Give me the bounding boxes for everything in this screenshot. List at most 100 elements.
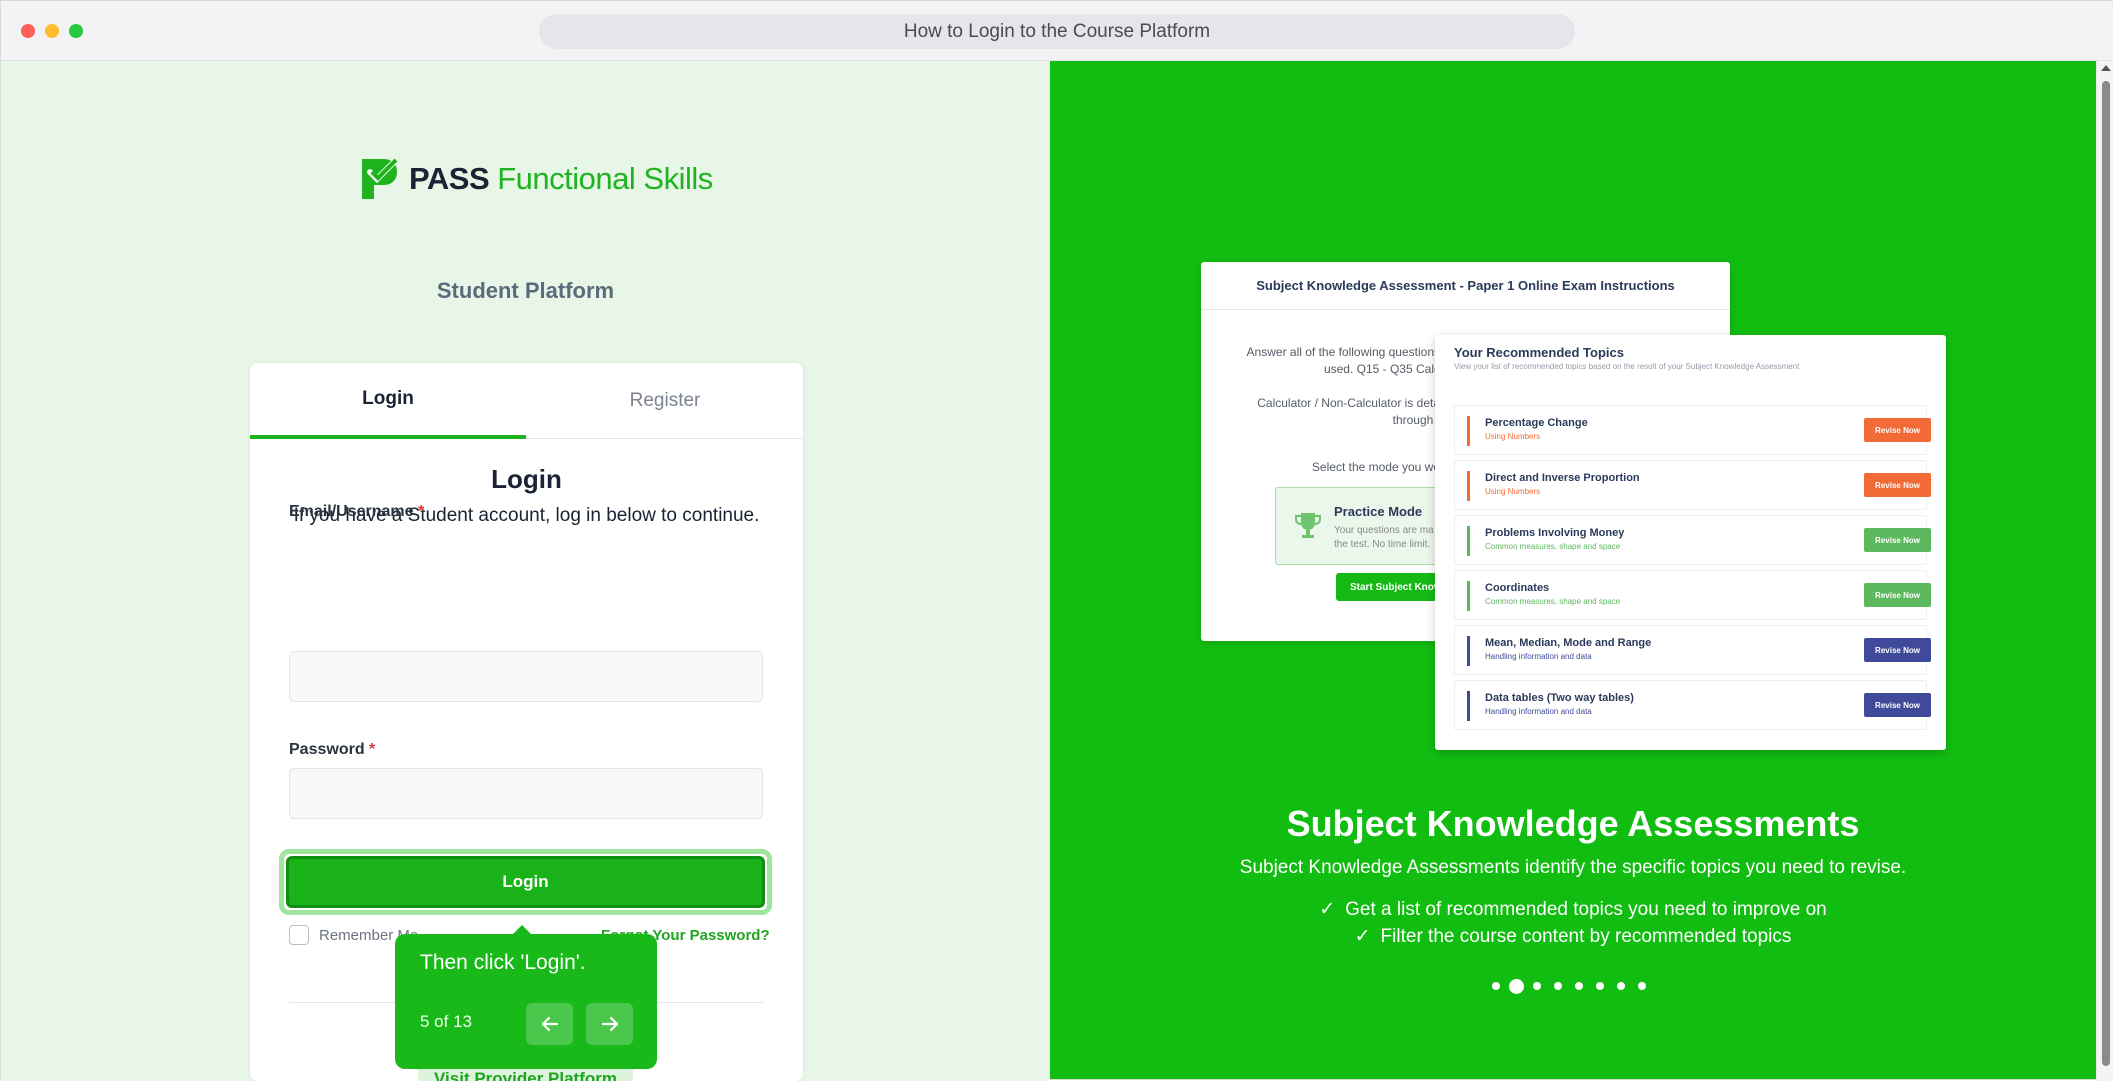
arrow-left-icon	[541, 1016, 558, 1032]
revise-now-button: Revise Now	[1864, 418, 1931, 442]
feature-bullet-text: Get a list of recommended topics you nee…	[1345, 899, 1827, 920]
topic-row: Mean, Median, Mode and Range Handling inf…	[1454, 625, 1931, 675]
password-label-text: Password	[289, 741, 365, 758]
feature-bullet: ✓ Filter the course content by recommende…	[1050, 925, 2096, 948]
password-label: Password *	[289, 741, 375, 759]
trophy-icon	[1295, 513, 1321, 538]
topic-color-bar	[1467, 526, 1470, 556]
topic-color-bar	[1467, 416, 1470, 446]
carousel-dot[interactable]	[1575, 982, 1583, 990]
carousel-dot[interactable]	[1533, 982, 1541, 990]
topic-category: Common measures, shape and space	[1485, 597, 1621, 606]
tooltip-next-button[interactable]	[586, 1003, 633, 1045]
recommended-topics-title: Your Recommended Topics	[1454, 345, 1624, 360]
showcase-subtitle: Subject Knowledge Assessments identify t…	[1239, 857, 1907, 878]
arrow-right-icon	[601, 1016, 618, 1032]
topic-row: Percentage Change Using Numbers Revise Now	[1454, 405, 1931, 455]
carousel-dot[interactable]	[1638, 982, 1646, 990]
feature-showcase-panel: Subject Knowledge Assessment - Paper 1 O…	[1050, 61, 2096, 1079]
topic-category: Using Numbers	[1485, 432, 1541, 441]
recommended-topics-screenshot: Your Recommended Topics View your list o…	[1435, 335, 1946, 750]
recommended-topics-subtitle: View your list of recommended topics bas…	[1454, 362, 1800, 371]
required-asterisk: *	[417, 503, 425, 520]
practice-desc-line: the test. No time limit.	[1334, 539, 1431, 550]
carousel-dot[interactable]	[1492, 982, 1500, 990]
checkmark-logo-icon	[362, 157, 401, 199]
tooltip-arrow	[512, 925, 532, 935]
topic-color-bar	[1467, 581, 1470, 611]
carousel-dot[interactable]	[1596, 982, 1604, 990]
minimize-window-button[interactable]	[45, 24, 59, 38]
guide-tooltip: Then click 'Login'. 5 of 13	[395, 925, 657, 1069]
revise-now-button: Revise Now	[1864, 583, 1931, 607]
tooltip-prev-button[interactable]	[526, 1003, 573, 1045]
revise-now-button: Revise Now	[1864, 473, 1931, 497]
email-label: Email/Username *	[289, 503, 424, 521]
tooltip-step-count: 5 of 13	[420, 1012, 472, 1031]
topic-category: Handling information and data	[1485, 707, 1592, 716]
practice-desc-line: Your questions are ma	[1334, 525, 1434, 536]
start-assessment-button: Start Subject Know	[1336, 573, 1446, 601]
practice-mode-description: Your questions are ma the test. No time …	[1334, 524, 1434, 552]
topic-name: Mean, Median, Mode and Range	[1485, 637, 1652, 649]
zoom-window-button[interactable]	[69, 24, 83, 38]
tooltip-text: Then click 'Login'.	[420, 951, 586, 974]
address-bar[interactable]: How to Login to the Course Platform	[539, 14, 1575, 49]
feature-bullet: ✓ Get a list of recommended topics you ne…	[1050, 898, 2096, 921]
login-panel: PASS Functional Skills Student Platform …	[1, 61, 1050, 1081]
topic-category: Using Numbers	[1485, 487, 1541, 496]
password-field[interactable]	[289, 768, 763, 819]
tab-login[interactable]: Login	[250, 363, 526, 439]
topic-row: Data tables (Two way tables) Handling inf…	[1454, 680, 1931, 730]
revise-now-button: Revise Now	[1864, 638, 1931, 662]
scrollbar-thumb[interactable]	[2102, 81, 2110, 1066]
instructions-header: Subject Knowledge Assessment - Paper 1 O…	[1201, 262, 1730, 310]
topic-name: Percentage Change	[1485, 417, 1588, 429]
carousel-dot[interactable]	[1509, 978, 1524, 994]
topic-row: Coordinates Common measures, shape and sp…	[1454, 570, 1931, 620]
topic-name: Problems Involving Money	[1485, 527, 1625, 539]
form-title: Login	[491, 464, 562, 494]
scroll-up-arrow-icon[interactable]	[2101, 65, 2111, 71]
topic-color-bar	[1467, 471, 1470, 501]
carousel-dots	[1492, 978, 1659, 994]
feature-bullet-text: Filter the course content by recommended…	[1380, 926, 1792, 947]
remember-me-checkbox[interactable]	[289, 925, 309, 945]
topic-category: Common measures, shape and space	[1485, 542, 1621, 551]
topic-color-bar	[1467, 691, 1470, 721]
instructions-line: Answer all of the following questions	[1246, 345, 1440, 359]
vertical-scrollbar[interactable]	[2096, 61, 2113, 1081]
brand-logo: PASS Functional Skills	[359, 157, 713, 201]
instructions-line: Select the mode you wo	[1311, 460, 1440, 474]
revise-now-button: Revise Now	[1864, 528, 1931, 552]
tab-register[interactable]: Register	[527, 363, 803, 439]
topic-category: Handling information and data	[1485, 652, 1592, 661]
platform-title: Student Platform	[436, 278, 615, 303]
showcase-title: Subject Knowledge Assessments	[1286, 803, 1860, 844]
carousel-dot[interactable]	[1554, 982, 1562, 990]
email-label-text: Email/Username	[289, 503, 414, 520]
topic-name: Coordinates	[1485, 582, 1550, 594]
login-button[interactable]: Login	[286, 856, 765, 908]
topic-name: Direct and Inverse Proportion	[1485, 472, 1640, 484]
title-bar: How to Login to the Course Platform	[1, 1, 2113, 61]
browser-window: How to Login to the Course Platform PASS…	[0, 0, 2113, 1081]
check-icon: ✓	[1354, 926, 1371, 947]
logo-pass-text: PASS	[409, 161, 490, 196]
close-window-button[interactable]	[21, 24, 35, 38]
required-asterisk: *	[369, 741, 376, 758]
topic-name: Data tables (Two way tables)	[1485, 692, 1634, 704]
instructions-line: through t	[1392, 413, 1440, 427]
instructions-line: Calculator / Non-Calculator is deta	[1257, 396, 1440, 410]
check-icon: ✓	[1319, 899, 1336, 920]
logo-functional-skills-text: Functional Skills	[497, 161, 713, 196]
auth-tabs: Login Register	[250, 363, 803, 439]
practice-mode-title: Practice Mode	[1334, 504, 1423, 519]
topic-row: Problems Involving Money Common measures,…	[1454, 515, 1931, 565]
email-field[interactable]	[289, 651, 763, 702]
instructions-line: used. Q15 - Q35 Calc	[1323, 362, 1440, 376]
carousel-dot[interactable]	[1617, 982, 1625, 990]
topic-row: Direct and Inverse Proportion Using Numbe…	[1454, 460, 1931, 510]
topic-color-bar	[1467, 636, 1470, 666]
revise-now-button: Revise Now	[1864, 693, 1931, 717]
